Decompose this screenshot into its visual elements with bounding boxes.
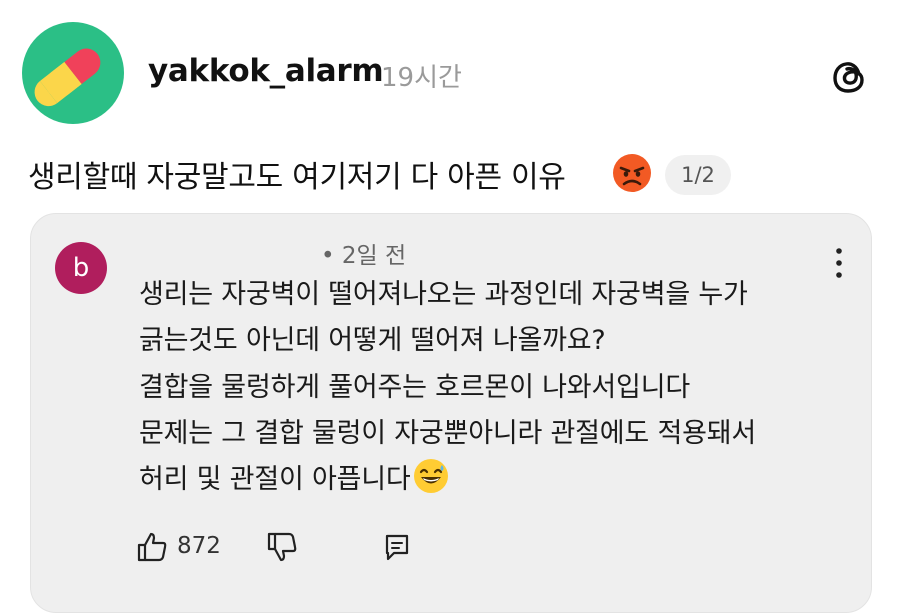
comment-line: 긁는것도 아닌데 어떻게 떨어져 나올까요?: [139, 325, 606, 356]
comment-avatar[interactable]: b: [55, 242, 107, 294]
comment-line: 생리는 자궁벽이 떨어져나오는 과정인데 자궁벽을 누가: [139, 279, 748, 310]
post-caption: 생리할때 자궁말고도 여기저기 다 아픈 이유: [28, 160, 566, 195]
comment-last-line: 허리 및 관절이 아픕니다: [139, 457, 449, 496]
pill-icon: [34, 48, 101, 107]
comment-timestamp: • 2일 전: [321, 243, 407, 269]
threads-logo-icon[interactable]: [830, 57, 870, 97]
grinning-sweat-emoji: [413, 458, 449, 494]
profile-avatar[interactable]: [22, 22, 124, 124]
reply-icon[interactable]: [380, 530, 414, 564]
thumbs-up-icon[interactable]: [135, 530, 169, 564]
threads-post: yakkok_alarm 19시간 생리할때 자궁말고도 여기저기 다 아픈 이…: [0, 0, 900, 615]
like-count: 872: [177, 533, 221, 559]
post-timestamp: 19시간: [381, 63, 462, 93]
comment-line: 허리 및 관절이 아픕니다: [139, 464, 411, 495]
thumbs-down-icon[interactable]: [265, 530, 299, 564]
image-page-indicator: 1/2: [665, 155, 731, 195]
comment-line: 문제는 그 결합 물렁이 자궁뿐아니라 관절에도 적용돼서: [139, 418, 757, 449]
angry-face-emoji: [612, 153, 652, 193]
comment-line: 결합을 물렁하게 풀어주는 호르몬이 나와서입니다: [139, 372, 690, 403]
username[interactable]: yakkok_alarm: [148, 53, 384, 89]
more-vertical-icon[interactable]: [831, 246, 847, 280]
comment-card[interactable]: b • 2일 전 생리는 자궁벽이 떨어져나오는 과정인데 자궁벽을 누가 긁는…: [30, 213, 872, 613]
